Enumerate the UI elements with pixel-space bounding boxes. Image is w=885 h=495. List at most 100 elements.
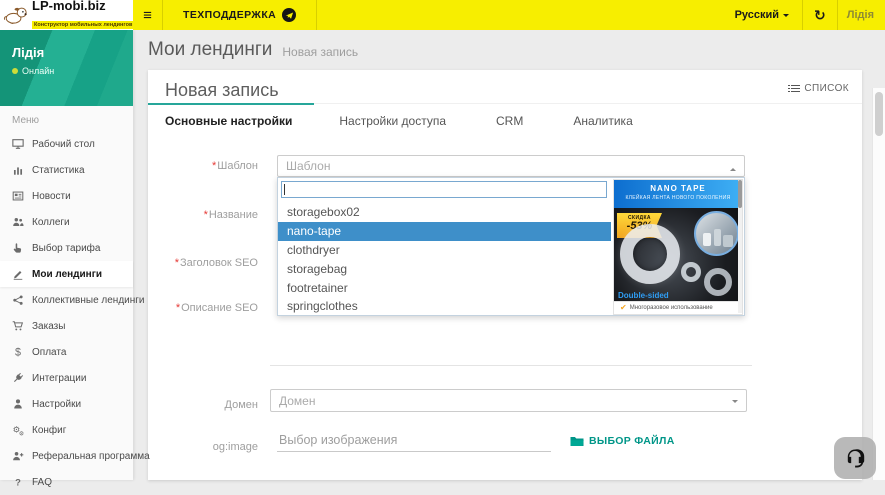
language-selector[interactable]: Русский [722,0,802,30]
svg-text:⚙: ⚙ [19,430,24,436]
dropdown-options-list: storagebox02nano-tapeclothdryerstorageba… [278,203,611,316]
sidebar-item-tariff[interactable]: Выбор тарифа [0,235,133,261]
card-title: Новая запись [165,80,279,101]
sidebar-item-collective-landings[interactable]: Коллективные лендинги [0,287,133,313]
label-domain: Домен [148,399,258,411]
label-name: Название [148,209,258,221]
sidebar-item-label: FAQ [32,477,52,488]
my-landings-icon [11,268,25,280]
sidebar-item-label: Конфиг [32,425,66,436]
page-scrollbar[interactable] [872,88,885,480]
sidebar-item-settings[interactable]: Настройки [0,391,133,417]
support-button[interactable]: ТЕХПОДДЕРЖКА [163,0,317,30]
tape-roll-graphic [620,224,680,284]
sidebar-item-label: Настройки [32,399,81,410]
sidebar-item-orders[interactable]: Заказы [0,313,133,339]
sidebar-item-desktop[interactable]: Рабочий стол [0,131,133,157]
sidebar-item-colleagues[interactable]: Коллеги [0,209,133,235]
label-seo-description: Описание SEO [148,302,258,314]
dropdown-option[interactable]: footretainer [278,278,611,297]
menu-label: Меню [0,106,133,131]
domain-select[interactable]: Домен [270,389,747,412]
dog-logo-icon [3,4,29,26]
sidebar-item-statistics[interactable]: Статистика [0,157,133,183]
label-seo-title: Заголовок SEO [148,257,258,269]
sidebar-item-label: Коллеги [32,217,70,228]
page-subtitle: Новая запись [282,45,358,59]
content-card: Новая запись СПИСОК Основные настройкиНа… [148,70,862,480]
dropdown-option[interactable]: springclothes [278,297,611,316]
refresh-button[interactable]: ↻ [803,0,837,30]
top-header: LP-mobi.biz Конструктор мобильных лендин… [0,0,885,30]
preview-subtitle: КЛЕЙКАЯ ЛЕНТА НОВОГО ПОКОЛЕНИЯ [614,195,742,201]
support-chat-button[interactable] [834,437,876,479]
sidebar-item-label: Статистика [32,165,85,176]
sidebar-item-label: Реферальная программа [32,451,150,462]
sidebar-item-news[interactable]: Новости [0,183,133,209]
colleagues-icon [11,216,25,228]
file-select-button[interactable]: ВЫБОР ФАЙЛА [570,435,675,447]
tab-access-settings[interactable]: Настройки доступа [314,104,471,137]
breadcrumb: Мои лендинги Новая запись [133,30,872,70]
orders-icon [11,320,25,332]
preview-title: NANO TAPE [614,184,742,193]
dropdown-search-input[interactable] [281,181,607,198]
list-icon [791,85,800,93]
faq-icon: ? [11,476,25,488]
dropdown-option[interactable]: storagebag [278,259,611,278]
hamburger-menu-button[interactable]: ≡ [133,0,163,30]
ogimage-input[interactable] [277,429,551,452]
news-icon [11,190,25,202]
referral-icon [11,450,25,462]
sidebar-item-label: Заказы [32,321,65,332]
page-scrollbar-thumb[interactable] [875,92,883,136]
headset-icon [843,446,867,470]
sidebar-item-label: Выбор тарифа [32,243,100,254]
field-separator-line [270,365,752,366]
dropdown-scrollbar-thumb[interactable] [738,180,742,208]
telegram-icon [282,8,296,22]
tab-crm[interactable]: CRM [471,104,548,137]
template-dropdown: storagebox02nano-tapeclothdryerstorageba… [277,177,745,316]
preview-product-image: СКИДКА -53% Double-sided [614,208,742,301]
dropdown-option[interactable]: storagebox02 [278,203,611,222]
dropdown-scrollbar[interactable] [738,180,742,313]
page-title: Мои лендинги [148,39,272,61]
sidebar-item-label: Рабочий стол [32,139,95,150]
sidebar-item-label: Оплата [32,347,66,358]
header-username[interactable]: Лідія [838,0,885,30]
sidebar-item-label: Мои лендинги [32,269,102,280]
preview-inset-photo [694,211,739,256]
config-icon: ⚙⚙ [11,424,25,436]
sidebar-item-payment[interactable]: $ Оплата [0,339,133,365]
tab-main-settings[interactable]: Основные настройки [148,104,314,137]
user-panel: Лідія Онлайн [0,30,133,106]
svg-text:$: $ [15,347,21,358]
list-button[interactable]: СПИСОК [791,83,849,94]
preview-header: NANO TAPE КЛЕЙКАЯ ЛЕНТА НОВОГО ПОКОЛЕНИЯ [614,180,742,208]
language-label: Русский [735,9,779,21]
domain-select-placeholder: Домен [279,394,316,408]
dropdown-option[interactable]: clothdryer [278,241,611,260]
chevron-up-icon [730,165,736,171]
tariff-icon [11,242,25,254]
sidebar-item-config[interactable]: ⚙⚙ Конфиг [0,417,133,443]
online-dot-icon [12,68,18,74]
check-icon: ✔ [620,304,627,312]
sidebar-item-referral[interactable]: Реферальная программа [0,443,133,469]
tab-analytics[interactable]: Аналитика [548,104,657,137]
logo[interactable]: LP-mobi.biz Конструктор мобильных лендин… [0,0,133,30]
sidebar-item-faq[interactable]: ? FAQ [0,469,133,495]
sidebar-item-integrations[interactable]: Интеграции [0,365,133,391]
text-cursor [284,184,285,195]
sidebar-item-label: Интеграции [32,373,86,384]
tab-bar: Основные настройкиНастройки доступаCRMАн… [148,103,862,137]
sidebar-item-my-landings[interactable]: Мои лендинги [0,261,133,287]
label-template: Шаблон [148,160,258,172]
desktop-icon [11,138,25,150]
folder-icon [570,436,584,447]
template-select[interactable]: Шаблон [277,155,745,177]
dropdown-option[interactable]: nano-tape [278,222,611,241]
sidebar-item-label: Коллективные лендинги [32,295,145,306]
logo-subtitle: Конструктор мобильных лендингов [32,21,134,29]
